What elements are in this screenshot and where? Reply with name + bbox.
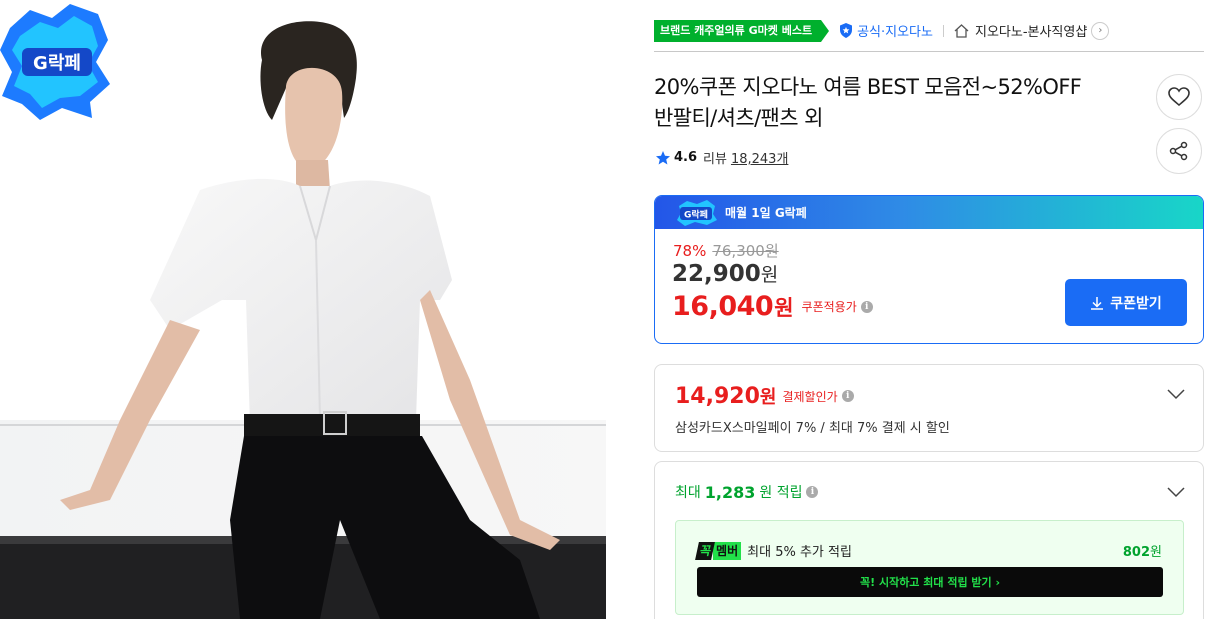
- product-title-line-2: 반팔티/셔츠/팬츠 외: [654, 106, 823, 130]
- chevron-down-icon[interactable]: [1167, 486, 1185, 498]
- divider: [654, 51, 1204, 52]
- review-label: 리뷰: [703, 152, 727, 167]
- coupon-price-amount: 16,040: [672, 291, 774, 322]
- discount-rate: 78%: [673, 242, 707, 260]
- points-box: 최대 1,283 원 적립 i 꼭 멤버 최대 5% 추가 적립 802원 꼭! …: [654, 461, 1204, 619]
- download-icon: [1091, 296, 1104, 310]
- price-box-header: G락페 매월 1일 G락페: [655, 196, 1203, 229]
- kkok-tag-part-1: 꼭: [695, 541, 715, 560]
- home-icon: [954, 23, 969, 38]
- payment-price-label: 결제할인가: [782, 389, 838, 404]
- sale-price: 22,900원: [672, 260, 778, 287]
- member-points-box: 꼭 멤버 최대 5% 추가 적립 802원 꼭! 시작하고 최대 적립 받기 ›: [675, 520, 1184, 615]
- info-icon[interactable]: i: [806, 486, 819, 498]
- coupon-price: 16,040 원 쿠폰적용가 i: [672, 291, 873, 322]
- info-icon[interactable]: i: [860, 300, 873, 313]
- original-price: 76,300원: [712, 242, 779, 260]
- price-box: G락페 매월 1일 G락페 78% 76,300원 22,900원 16,040…: [654, 195, 1204, 344]
- product-info-panel: 브랜드 캐주얼의류 G마켓 베스트 공식·지오다노 지오다노-본사직영샵 › 2…: [654, 0, 1204, 619]
- payment-price-currency: 원: [759, 387, 777, 408]
- kkok-tag-part-2: 멤버: [713, 541, 742, 560]
- rating-summary[interactable]: 4.6 리뷰 18,243개: [655, 148, 788, 167]
- payment-discount-box[interactable]: 14,920 원 결제할인가 i 삼성카드X스마일페이 7% / 최대 7% 결제…: [654, 364, 1204, 452]
- share-button[interactable]: [1156, 128, 1202, 174]
- payment-description: 삼성카드X스마일페이 7% / 최대 7% 결제 시 할인: [675, 421, 950, 436]
- kkok-member-tag: 꼭 멤버: [695, 541, 742, 560]
- sale-price-currency: 원: [760, 264, 779, 286]
- share-icon: [1169, 141, 1188, 161]
- chevron-down-icon[interactable]: [1167, 388, 1185, 400]
- official-seller-link[interactable]: 공식·지오다노: [839, 21, 933, 40]
- official-label: 공식·지오다노: [857, 25, 933, 40]
- breadcrumb: 브랜드 캐주얼의류 G마켓 베스트 공식·지오다노 지오다노-본사직영샵 ›: [654, 19, 1204, 42]
- wishlist-button[interactable]: [1156, 74, 1202, 120]
- get-coupon-label: 쿠폰받기: [1110, 295, 1162, 312]
- points-title: 최대 1,283 원 적립 i: [675, 482, 819, 502]
- product-image[interactable]: G락페: [0, 0, 606, 619]
- review-count-link[interactable]: 18,243개: [731, 148, 788, 167]
- member-benefit: 꼭 멤버 최대 5% 추가 적립: [695, 541, 852, 560]
- g-rakpae-badge: G락페: [0, 4, 110, 120]
- svg-text:G락페: G락페: [684, 208, 708, 220]
- chevron-right-icon: ›: [1091, 21, 1110, 40]
- price-box-header-text: 매월 1일 G락페: [725, 206, 807, 220]
- coupon-price-currency: 원: [774, 295, 794, 320]
- member-points-amount: 802원: [1123, 541, 1162, 560]
- discount-row: 78% 76,300원: [673, 240, 779, 261]
- points-suffix: 원 적립: [759, 485, 803, 501]
- member-points-value: 802: [1122, 545, 1151, 560]
- shop-link[interactable]: 지오다노-본사직영샵 ›: [954, 21, 1110, 40]
- official-shield-icon: [840, 23, 853, 38]
- payment-price: 14,920 원 결제할인가 i: [675, 383, 854, 409]
- coupon-price-label: 쿠폰적용가: [801, 300, 857, 314]
- points-amount: 1,283: [704, 482, 756, 502]
- rating-score: 4.6: [674, 150, 698, 165]
- kkok-membership-cta-button[interactable]: 꼭! 시작하고 최대 적립 받기 ›: [697, 567, 1163, 597]
- best-badge[interactable]: 브랜드 캐주얼의류 G마켓 베스트: [654, 19, 830, 42]
- heart-icon: [1168, 87, 1190, 107]
- payment-price-amount: 14,920: [675, 383, 760, 409]
- g-rakpae-logo-icon: G락페: [677, 199, 717, 226]
- divider: [942, 24, 944, 37]
- points-prefix: 최대: [675, 485, 701, 501]
- sale-price-amount: 22,900: [672, 261, 761, 287]
- product-title: 20%쿠폰 지오다노 여름 BEST 모음전~52%OFF 반팔티/셔츠/팬츠 …: [654, 72, 1124, 134]
- star-icon: [656, 150, 670, 164]
- member-points-currency: 원: [1150, 545, 1162, 560]
- product-title-line-1: 20%쿠폰 지오다노 여름 BEST 모음전~52%OFF: [654, 75, 1082, 99]
- shop-name: 지오다노-본사직영샵: [974, 25, 1088, 40]
- get-coupon-button[interactable]: 쿠폰받기: [1065, 279, 1187, 326]
- svg-text:G락페: G락페: [33, 53, 81, 74]
- info-icon[interactable]: i: [841, 390, 854, 402]
- member-benefit-text: 최대 5% 추가 적립: [747, 545, 852, 560]
